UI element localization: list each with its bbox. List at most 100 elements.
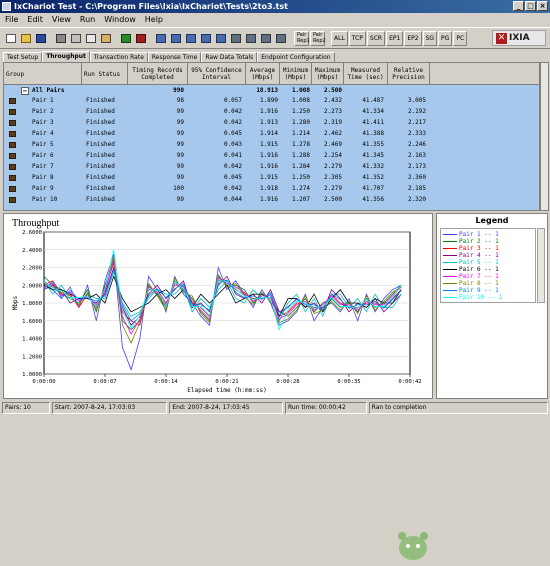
col-minimum[interactable]: Minimum (Mbps) [280, 63, 312, 85]
close-button[interactable]: × [537, 1, 548, 11]
col-relative-precision[interactable]: Relative Precision [388, 63, 430, 85]
legend-label: Pair 1 -- 1 [459, 231, 499, 238]
legend-scrollbar[interactable] [537, 228, 545, 303]
window-controls: _ □ × [513, 1, 548, 11]
menu-run[interactable]: Run [80, 14, 95, 26]
x-tick-label: 0:00:14 [154, 379, 178, 385]
legend-item[interactable]: Pair 9 -- 1 [443, 287, 535, 294]
expand-icon[interactable]: − [21, 87, 29, 95]
pair-name-cell: Pair 2 [32, 108, 54, 115]
filter-all-button[interactable]: ALL [331, 30, 348, 46]
timing-records-cell: 99 [176, 152, 184, 159]
filter-tcp-button[interactable]: TCP [348, 30, 366, 46]
pair-rep1-button[interactable]: Pair Rep1 [294, 30, 310, 46]
legend-swatch [443, 241, 457, 242]
filter-ep2-button[interactable]: EP2 [404, 30, 422, 46]
copy-button[interactable] [84, 31, 98, 46]
print-button[interactable] [54, 31, 68, 46]
menu-edit[interactable]: Edit [27, 14, 43, 26]
minimize-button[interactable]: _ [513, 1, 524, 11]
new-button[interactable] [4, 31, 18, 46]
x-tick-label: 0:00:00 [32, 379, 55, 385]
pair-name-cell: Pair 4 [32, 130, 54, 137]
add-pair-button[interactable] [169, 31, 183, 46]
y-tick-label: 1.6000 [22, 319, 42, 325]
legend-item[interactable]: Pair 5 -- 1 [443, 259, 535, 266]
pair4-button[interactable] [274, 31, 288, 46]
table-row[interactable]: Pair 3 Finished 99 0.042 1.913 1.280 2.319 41.4… [4, 118, 539, 128]
menu-file[interactable]: File [5, 14, 18, 26]
y-tick-label: 1.4000 [22, 337, 42, 343]
menu-window[interactable]: Window [104, 14, 136, 26]
col-confidence-interval[interactable]: 95% Confidence Interval [188, 63, 246, 85]
group-button[interactable] [199, 31, 213, 46]
filter-ep1-button[interactable]: EP1 [386, 30, 404, 46]
paste-button[interactable] [99, 31, 113, 46]
pair3-button[interactable] [259, 31, 273, 46]
cut-button[interactable] [69, 31, 83, 46]
minimum-cell: 1.288 [291, 152, 310, 159]
menu-help[interactable]: Help [145, 14, 163, 26]
legend-item[interactable]: Pair 1 -- 1 [443, 231, 535, 238]
col-run-status[interactable]: Run Status [82, 63, 128, 85]
edit-pair-button[interactable] [154, 31, 168, 46]
tab-endpoint-configuration[interactable]: Endpoint Configuration [257, 52, 335, 62]
status-runtime: Run time: 00:00:42 [284, 402, 367, 414]
stop-button[interactable] [134, 31, 148, 46]
table-scrollbar[interactable] [540, 62, 549, 211]
summary-row[interactable]: − All Pairs 990 18.913 1.008 2.500 [4, 86, 539, 96]
open-button[interactable] [19, 31, 33, 46]
col-timing-records[interactable]: Timing Records Completed [128, 63, 188, 85]
ungroup-button[interactable] [214, 31, 228, 46]
pair-icon [9, 120, 16, 126]
filter-pg-button[interactable]: PG [438, 30, 453, 46]
col-average[interactable]: Average (Mbps) [246, 63, 280, 85]
relative-precision-cell: 2.320 [407, 196, 426, 203]
save-button[interactable] [34, 31, 48, 46]
table-row[interactable]: Pair 4 Finished 99 0.045 1.914 1.214 2.462 41.3… [4, 129, 539, 139]
title-bar[interactable]: IxChariot Test - C:\Program Files\Ixia\I… [0, 0, 550, 13]
filter-pc-button[interactable]: PC [453, 30, 468, 46]
pair-icon [9, 175, 16, 181]
legend-item[interactable]: Pair 4 -- 1 [443, 252, 535, 259]
col-measured-time[interactable]: Measured Time (sec) [344, 63, 388, 85]
col-maximum[interactable]: Maximum (Mbps) [312, 63, 344, 85]
tab-response-time[interactable]: Response Time [147, 52, 202, 62]
legend-item[interactable]: Pair 3 -- 1 [443, 245, 535, 252]
legend-item[interactable]: Pair 8 -- 1 [443, 280, 535, 287]
pair1-button[interactable] [229, 31, 243, 46]
maximize-button[interactable]: □ [525, 1, 536, 11]
tab-raw-data-totals[interactable]: Raw Data Totals [201, 52, 258, 62]
tab-test-setup[interactable]: Test Setup [3, 52, 43, 62]
y-tick-label: 1.0000 [22, 372, 42, 378]
relative-precision-cell: 2.246 [407, 141, 426, 148]
table-row[interactable]: Pair 5 Finished 99 0.043 1.915 1.278 2.469 41.3… [4, 140, 539, 150]
legend-label: Pair 8 -- 1 [459, 280, 499, 287]
pair1-icon [231, 33, 241, 43]
pair2-button[interactable] [244, 31, 258, 46]
filter-scr-button[interactable]: SCR [366, 30, 386, 46]
col-group[interactable]: Group [4, 63, 82, 85]
legend-list[interactable]: Pair 1 -- 1 Pair 2 -- 1 Pair 3 -- 1 Pair 4 … [440, 228, 536, 303]
tab-throughput[interactable]: Throughput [42, 51, 90, 62]
menu-bar: File Edit View Run Window Help [0, 14, 550, 26]
menu-view[interactable]: View [52, 14, 71, 26]
run-button[interactable] [119, 31, 133, 46]
filter-sg-button[interactable]: SG [422, 30, 438, 46]
table-row[interactable]: Pair 10 Finished 99 0.044 1.916 1.207 2.500 41.… [4, 195, 539, 205]
table-row[interactable]: Pair 6 Finished 99 0.041 1.916 1.288 2.254 41.3… [4, 151, 539, 161]
tab-transaction-rate[interactable]: Transaction Rate [89, 52, 148, 62]
legend-item[interactable]: Pair 6 -- 1 [443, 266, 535, 273]
x-axis-label: Elapsed time (h:mm:ss) [187, 387, 266, 394]
table-row[interactable]: Pair 2 Finished 99 0.042 1.916 1.250 2.273 41.3… [4, 107, 539, 117]
table-row[interactable]: Pair 7 Finished 99 0.042 1.916 1.284 2.279 41.3… [4, 162, 539, 172]
average-cell: 1.916 [259, 163, 278, 170]
table-row[interactable]: Pair 9 Finished 100 0.042 1.918 1.274 2.279 41.… [4, 184, 539, 194]
legend-item[interactable]: Pair 10 -- 1 [443, 294, 535, 301]
table-row[interactable]: Pair 1 Finished 98 0.057 1.890 1.008 2.432 41.4… [4, 96, 539, 106]
pair-rep2-button[interactable]: Pair Rep2 [310, 30, 326, 46]
legend-item[interactable]: Pair 7 -- 1 [443, 273, 535, 280]
delete-pair-button[interactable] [184, 31, 198, 46]
legend-item[interactable]: Pair 2 -- 1 [443, 238, 535, 245]
table-row[interactable]: Pair 8 Finished 99 0.045 1.915 1.250 2.305 41.3… [4, 173, 539, 183]
